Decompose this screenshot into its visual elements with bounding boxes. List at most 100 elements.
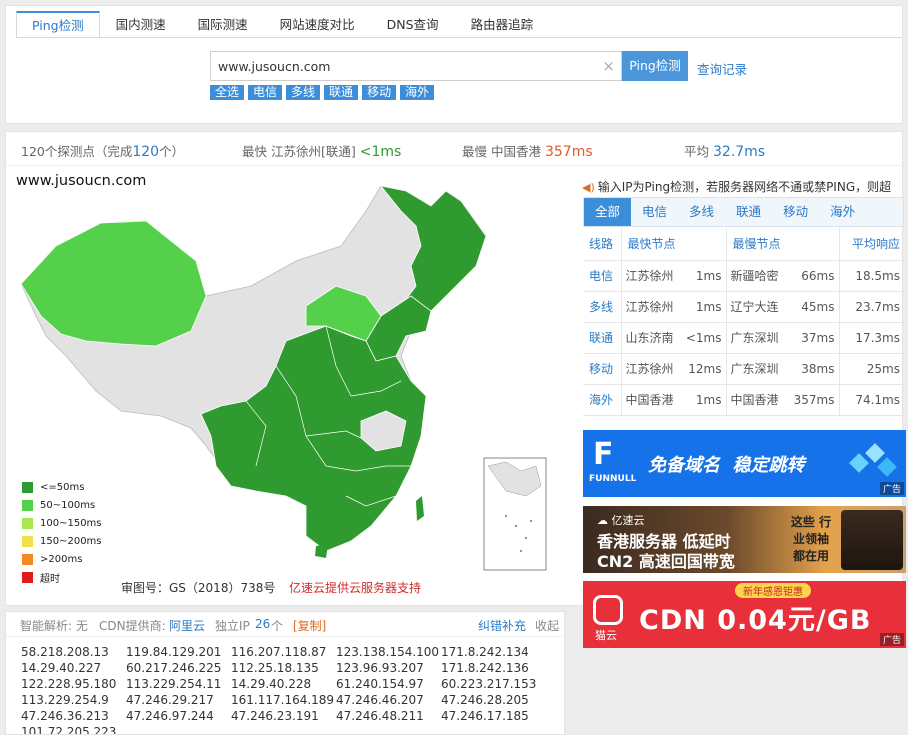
ad-line2: CN2 高速回国带宽 — [597, 552, 735, 571]
ip-grid: 58.218.208.13 119.84.129.201 116.207.118.8… — [21, 644, 546, 735]
search-box: × — [210, 51, 622, 81]
map-credit-link[interactable]: 亿速云提供云服务器支持 — [289, 579, 421, 596]
legend-item: 50~100ms — [22, 496, 102, 514]
isp-tabs: 全部 电信 多线 联通 移动 海外 — [583, 197, 904, 227]
legend-swatch — [22, 517, 33, 529]
ip-address: 113.229.254.11 — [126, 677, 222, 691]
map-legend: <=50ms 50~100ms 100~150ms 150~200ms >200… — [22, 478, 102, 586]
tab-traceroute[interactable]: 路由器追踪 — [455, 11, 550, 38]
ip-address: 171.8.242.134 — [441, 645, 529, 659]
ad-banner-maoyun[interactable]: 新年感恩钜惠 猫云 CDN 0.04元/GB 广告 — [583, 581, 906, 648]
filter-multiline[interactable]: 多线 — [286, 85, 321, 100]
ad-brand: 猫云 — [595, 629, 617, 642]
copy-button[interactable]: [复制] — [293, 617, 326, 634]
ip-address: 116.207.118.87 — [231, 645, 327, 659]
tab-international-speed[interactable]: 国际测速 — [182, 11, 264, 38]
ad-banner-yisuyun[interactable]: ☁ 亿速云 香港服务器 低延时 CN2 高速回国带宽 这些 行业领袖 都在用 — [583, 506, 906, 573]
legend-swatch — [22, 535, 33, 547]
table-row: 移动 江苏徐州 12ms 广东深圳 38ms 25ms — [583, 353, 904, 385]
cloud-icon: ☁ — [597, 514, 608, 527]
ad-banner-funnull[interactable]: F FUNNULL 免备域名 稳定跳转 广告 — [583, 430, 906, 497]
filter-all[interactable]: 全选 — [210, 85, 245, 100]
ip-address: 123.138.154.100 — [336, 645, 440, 659]
search-input[interactable] — [211, 52, 591, 80]
result-panel: www.jusoucn.com <=50ms 50~100ms 100~150m… — [5, 165, 906, 648]
fastest-summary: 最快 江苏徐州[联通] <1ms — [242, 144, 402, 160]
average-summary: 平均 32.7ms — [684, 144, 766, 160]
ip-address: 123.96.93.207 — [336, 661, 424, 675]
isp-tab-unicom[interactable]: 联通 — [725, 198, 772, 226]
tab-dns[interactable]: DNS查询 — [371, 11, 455, 38]
legend-item: 超时 — [22, 568, 102, 586]
ad-side-text: 这些 行业领袖 都在用 — [790, 515, 832, 563]
ip-info-bar: 智能解析: 无 CDN提供商: 阿里云 独立IP 26 个 [复制] 纠错补充 … — [5, 611, 565, 636]
collapse-button[interactable]: 收起 — [535, 617, 559, 634]
probe-count: 120个探测点（完成120个） — [21, 144, 185, 160]
legend-swatch — [22, 571, 33, 583]
legend-swatch — [22, 481, 33, 493]
probe-done-count: 120 — [132, 144, 160, 160]
filter-overseas[interactable]: 海外 — [400, 85, 435, 100]
ad-text: 免备域名 稳定跳转 — [648, 455, 805, 476]
smart-resolve: 智能解析: 无 — [20, 619, 88, 633]
legend-item: 150~200ms — [22, 532, 102, 550]
speaker-icon: ◀) — [582, 181, 595, 194]
fastest-value: <1ms — [359, 144, 402, 160]
server-cubes-icon — [849, 442, 897, 482]
ip-address: 47.246.23.191 — [231, 709, 319, 723]
close-icon[interactable]: × — [602, 57, 615, 75]
people-photo-icon — [841, 510, 903, 570]
ip-address: 47.246.97.244 — [126, 709, 214, 723]
ip-address: 101.72.205.223 — [21, 725, 117, 735]
funnull-logo-icon: F — [593, 437, 614, 472]
isp-tab-all[interactable]: 全部 — [584, 198, 632, 226]
ip-address: 47.246.17.185 — [441, 709, 529, 723]
cdn-provider-link[interactable]: 阿里云 — [169, 617, 205, 634]
ad-brand: ☁ 亿速云 — [597, 514, 645, 527]
tab-site-compare[interactable]: 网站速度对比 — [264, 11, 371, 38]
ip-list: 58.218.208.13 119.84.129.201 116.207.118.8… — [5, 636, 565, 735]
ip-address: 122.228.95.180 — [21, 677, 117, 691]
legend-item: >200ms — [22, 550, 102, 568]
ip-count: 26 — [255, 617, 271, 631]
filter-telecom[interactable]: 电信 — [248, 85, 283, 100]
map-review-number: 审图号：GS（2018）738号 — [121, 581, 276, 595]
ping-button[interactable]: Ping检测 — [622, 51, 688, 81]
ip-address: 47.246.28.205 — [441, 693, 529, 707]
isp-tab-overseas[interactable]: 海外 — [819, 198, 866, 226]
ip-address: 161.117.164.189 — [231, 693, 335, 707]
history-link[interactable]: 查询记录 — [697, 59, 747, 78]
ip-address: 47.246.48.211 — [336, 709, 424, 723]
ad-tag: 广告 — [879, 482, 904, 495]
ip-address: 60.217.246.225 — [126, 661, 222, 675]
ip-address: 14.29.40.228 — [231, 677, 312, 691]
ad-text: CDN 0.04元/GB — [639, 605, 872, 636]
ip-address: 61.240.154.97 — [336, 677, 424, 691]
ip-count-label: 独立IP — [215, 619, 250, 633]
ip-count-unit: 个 — [271, 619, 284, 633]
tab-ping[interactable]: Ping检测 — [16, 11, 100, 38]
notice-bar: ◀) 输入IP为Ping检测，若服务器网络不通或禁PING，则超 — [582, 180, 892, 194]
isp-tab-mobile[interactable]: 移动 — [772, 198, 819, 226]
ip-address: 119.84.129.201 — [126, 645, 222, 659]
cdn-provider-label: CDN提供商: — [99, 619, 166, 633]
ip-address: 60.223.217.153 — [441, 677, 537, 691]
map-region-hainan — [315, 544, 328, 558]
ip-address: 171.8.242.136 — [441, 661, 529, 675]
table-row: 多线 江苏徐州 1ms 辽宁大连 45ms 23.7ms — [583, 291, 904, 323]
ip-address: 58.218.208.13 — [21, 645, 109, 659]
tool-tabs: Ping检测 国内测速 国际测速 网站速度对比 DNS查询 路由器追踪 — [16, 11, 549, 38]
ip-address: 47.246.36.213 — [21, 709, 109, 723]
ad-brand: FUNNULL — [589, 474, 637, 484]
report-error-link[interactable]: 纠错补充 — [478, 617, 526, 634]
isp-tab-multiline[interactable]: 多线 — [678, 198, 725, 226]
ip-address: 112.25.18.135 — [231, 661, 319, 675]
map-region-taiwan — [416, 496, 424, 521]
summary-bar: 120个探测点（完成120个） 最快 江苏徐州[联通] <1ms 最慢 中国香港… — [5, 131, 903, 165]
filter-unicom[interactable]: 联通 — [324, 85, 359, 100]
cat-logo-icon — [593, 595, 623, 625]
filter-mobile[interactable]: 移动 — [362, 85, 397, 100]
table-header: 线路 最快节点 最慢节点 平均响应 — [583, 228, 904, 261]
isp-tab-telecom[interactable]: 电信 — [631, 198, 678, 226]
tab-domestic-speed[interactable]: 国内测速 — [100, 11, 182, 38]
